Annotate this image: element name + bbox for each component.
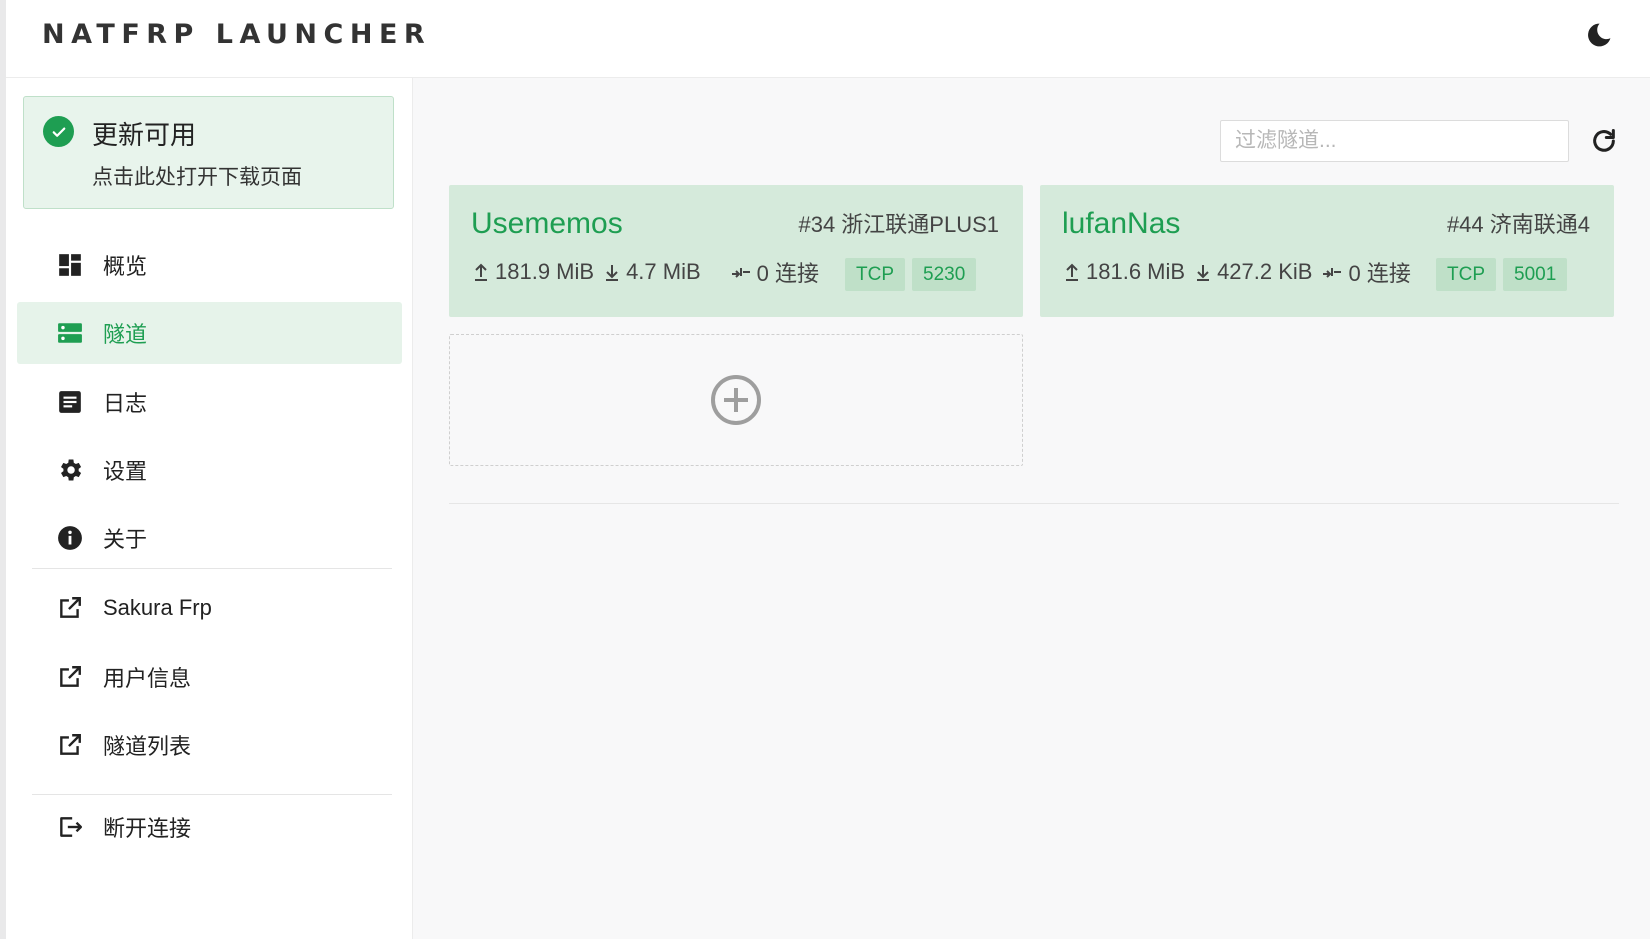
external-link-icon xyxy=(55,730,85,760)
update-subtitle: 点击此处打开下载页面 xyxy=(92,166,302,189)
server-icon xyxy=(55,318,85,348)
sidebar-item-logs[interactable]: 日志 xyxy=(17,371,402,433)
update-title: 更新可用 xyxy=(92,120,197,150)
dashboard-icon xyxy=(55,250,85,280)
sidebar-item-label: 关于 xyxy=(103,527,148,552)
main-divider xyxy=(449,503,1619,504)
info-icon xyxy=(55,523,85,553)
tunnel-stats: 181.9 MiB 4.7 MiB 0 连接 xyxy=(473,257,829,287)
sidebar-divider xyxy=(32,794,392,795)
link-tunnel-list[interactable]: 隧道列表 xyxy=(17,714,402,776)
sidebar: 更新可用 点击此处打开下载页面 概览 隧道 日志 设置 关于 Sakura Fr… xyxy=(6,78,413,939)
download-icon xyxy=(1197,265,1210,281)
port-badge: 5001 xyxy=(1503,258,1568,291)
protocol-badge: TCP xyxy=(845,258,905,291)
refresh-icon xyxy=(1593,128,1615,152)
link-label: Sakura Frp xyxy=(103,595,212,620)
connections-stat: 0 连接 xyxy=(1322,256,1411,288)
link-sakura-frp[interactable]: Sakura Frp xyxy=(17,577,402,639)
external-link-icon xyxy=(55,593,85,623)
upload-value: 181.6 MiB xyxy=(1086,259,1186,284)
download-stat: 427.2 KiB xyxy=(1195,259,1312,285)
app-title: NATFRP LAUNCHER xyxy=(42,19,432,50)
sidebar-item-about[interactable]: 关于 xyxy=(17,507,402,569)
sidebar-divider xyxy=(32,568,392,569)
disconnect-button[interactable]: 断开连接 xyxy=(17,796,402,858)
external-link-icon xyxy=(55,662,85,692)
filter-tunnels-input[interactable] xyxy=(1220,120,1569,162)
plus-circle-icon xyxy=(711,375,761,425)
download-icon xyxy=(606,265,619,281)
theme-toggle-button[interactable] xyxy=(1582,18,1616,52)
tunnel-node: #34 浙江联通PLUS1 xyxy=(798,212,999,237)
sidebar-item-label: 日志 xyxy=(103,391,148,416)
link-label: 用户信息 xyxy=(103,666,192,691)
download-value: 427.2 KiB xyxy=(1217,259,1313,284)
app-window: NATFRP LAUNCHER 更新可用 点击此处打开下载页面 概览 隧道 日志… xyxy=(6,0,1650,939)
upload-icon xyxy=(1066,263,1078,281)
upload-stat: 181.6 MiB xyxy=(1064,259,1185,285)
disconnect-label: 断开连接 xyxy=(103,816,192,841)
upload-stat: 181.9 MiB xyxy=(473,259,594,285)
upload-icon xyxy=(475,263,487,281)
update-available-banner[interactable]: 更新可用 点击此处打开下载页面 xyxy=(23,96,394,209)
logout-icon xyxy=(55,812,85,842)
upload-value: 181.9 MiB xyxy=(495,259,595,284)
connections-value: 0 连接 xyxy=(756,261,820,286)
connections-stat: 0 连接 xyxy=(731,256,819,288)
tunnel-stats: 181.6 MiB 427.2 KiB 0 连接 xyxy=(1064,257,1421,287)
connection-icon xyxy=(1323,268,1342,278)
tunnel-name: lufanNas xyxy=(1062,207,1181,240)
tunnel-node: #44 济南联通4 xyxy=(1446,212,1590,237)
sidebar-item-overview[interactable]: 概览 xyxy=(17,234,402,296)
download-value: 4.7 MiB xyxy=(626,259,701,284)
document-icon xyxy=(55,387,85,417)
download-stat: 4.7 MiB xyxy=(604,259,701,285)
connection-icon xyxy=(731,268,750,278)
protocol-badge: TCP xyxy=(1436,258,1496,291)
tunnel-card[interactable]: Usememos #34 浙江联通PLUS1 181.9 MiB 4.7 MiB… xyxy=(449,185,1023,317)
sidebar-item-label: 概览 xyxy=(103,254,148,279)
connections-value: 0 连接 xyxy=(1348,261,1411,286)
tunnel-card[interactable]: lufanNas #44 济南联通4 181.6 MiB 427.2 KiB 0… xyxy=(1040,185,1614,317)
link-label: 隧道列表 xyxy=(103,734,192,759)
link-user-info[interactable]: 用户信息 xyxy=(17,646,402,708)
sidebar-item-label: 设置 xyxy=(103,459,148,484)
check-circle-icon xyxy=(43,116,74,147)
port-badge: 5230 xyxy=(912,258,977,291)
moon-icon xyxy=(1588,23,1611,47)
sidebar-item-tunnels[interactable]: 隧道 xyxy=(17,302,402,364)
gear-icon xyxy=(55,455,85,485)
add-tunnel-button[interactable] xyxy=(449,334,1023,466)
refresh-button[interactable] xyxy=(1588,125,1620,157)
sidebar-item-label: 隧道 xyxy=(103,322,148,347)
header: NATFRP LAUNCHER xyxy=(6,0,1650,78)
tunnel-name: Usememos xyxy=(471,207,623,240)
sidebar-item-settings[interactable]: 设置 xyxy=(17,439,402,501)
